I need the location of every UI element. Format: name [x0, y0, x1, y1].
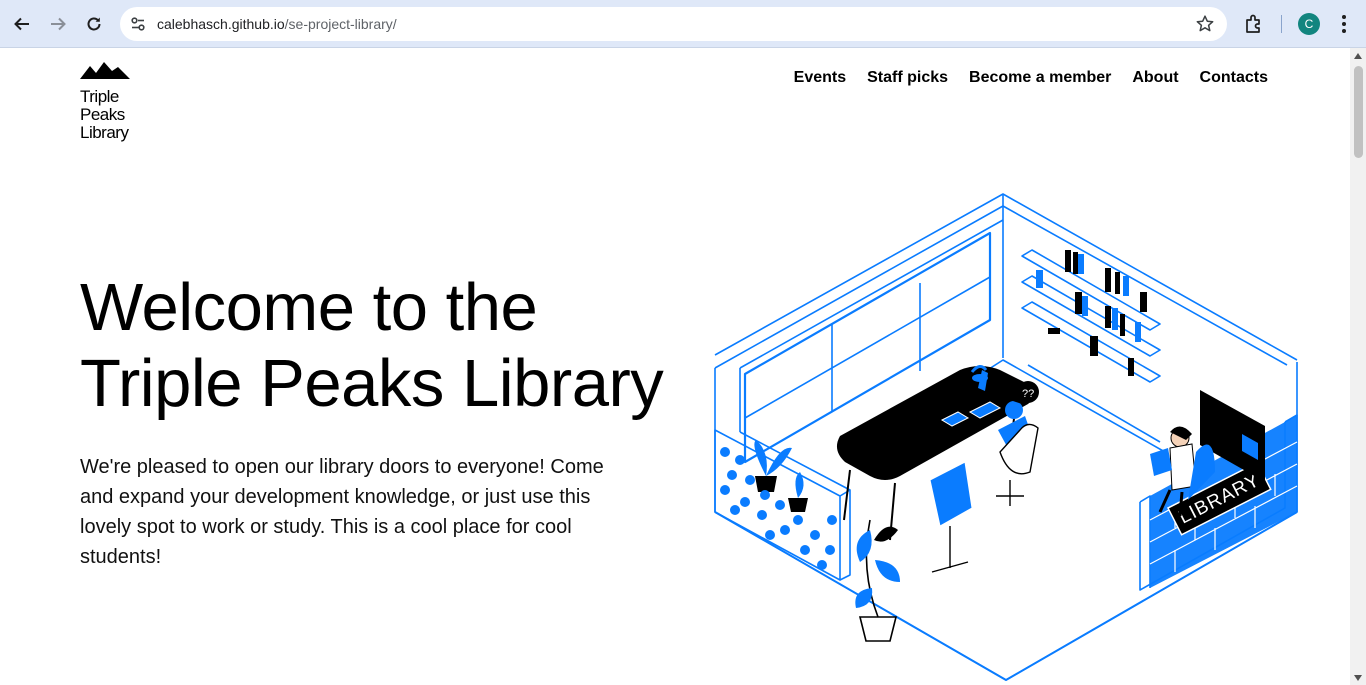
tune-icon — [131, 17, 145, 31]
main-nav: Events Staff picks Become a member About… — [773, 69, 1268, 87]
forward-button[interactable] — [46, 12, 70, 36]
page-content: Triple Peaks Library Events Staff picks … — [0, 48, 1350, 685]
page-scrollbar[interactable] — [1350, 48, 1366, 685]
back-button[interactable] — [10, 12, 34, 36]
reload-icon — [87, 17, 101, 31]
scroll-down-arrow-icon[interactable] — [1354, 675, 1362, 681]
mountain-peaks-icon — [80, 62, 130, 79]
nav-link-contacts[interactable]: Contacts — [1200, 69, 1268, 87]
hero-title-line: Welcome to the — [80, 270, 538, 345]
scroll-up-arrow-icon[interactable] — [1354, 53, 1362, 59]
hero-description: We're pleased to open our library doors … — [80, 456, 604, 568]
logo-line: Triple — [80, 87, 119, 106]
profile-avatar[interactable]: C — [1298, 13, 1320, 35]
arrow-left-icon — [14, 17, 29, 31]
toolbar-separator — [1281, 15, 1282, 33]
browser-toolbar: calebhasch.github.io/se-project-library/… — [0, 0, 1366, 48]
logo-wordmark: Triple Peaks Library — [80, 88, 140, 142]
nav-link-staff-picks[interactable]: Staff picks — [867, 69, 948, 87]
hero-title: Welcome to the Triple Peaks Library — [80, 270, 664, 422]
scrollbar-thumb[interactable] — [1354, 66, 1363, 158]
site-info-button[interactable] — [124, 10, 152, 38]
extensions-icon[interactable] — [1243, 13, 1265, 35]
nav-link-become-a-member[interactable]: Become a member — [969, 69, 1111, 87]
svg-text:??: ?? — [1022, 388, 1034, 400]
arrow-right-icon — [51, 17, 66, 31]
nav-link-about[interactable]: About — [1132, 69, 1178, 87]
reload-button[interactable] — [82, 12, 106, 36]
bookmark-star-icon[interactable] — [1195, 14, 1215, 34]
address-bar[interactable]: calebhasch.github.io/se-project-library/ — [120, 7, 1227, 41]
kebab-menu-icon[interactable] — [1334, 13, 1354, 35]
library-room-illustration: LIBRARY ?? — [714, 193, 1298, 681]
nav-link-events[interactable]: Events — [794, 69, 846, 87]
hero-title-line: Triple Peaks Library — [80, 346, 664, 421]
url-text[interactable]: calebhasch.github.io/se-project-library/ — [157, 16, 397, 32]
logo-line: Peaks — [80, 105, 125, 124]
site-logo[interactable]: Triple Peaks Library — [80, 61, 140, 142]
logo-line: Library — [80, 123, 129, 142]
